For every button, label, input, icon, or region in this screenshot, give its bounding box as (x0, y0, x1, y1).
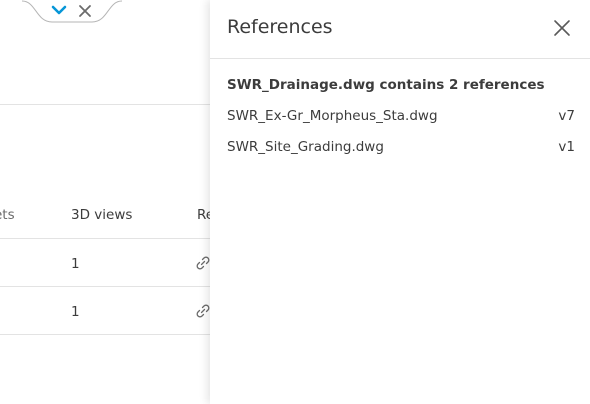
column-header-sheets[interactable]: ets (0, 207, 15, 223)
references-panel: References SWR_Drainage.dwg contains 2 r… (210, 0, 590, 404)
reference-item[interactable]: SWR_Site_Grading.dwg v1 (227, 139, 575, 159)
column-header-3d-views[interactable]: 3D views (71, 207, 132, 223)
reference-version: v7 (558, 108, 575, 124)
close-icon[interactable] (78, 4, 98, 24)
reference-item[interactable]: SWR_Ex-Gr_Morpheus_Sta.dwg v7 (227, 108, 575, 128)
section-divider (0, 104, 210, 105)
close-icon[interactable] (551, 17, 573, 39)
panel-header-divider (210, 58, 590, 59)
reference-file-name: SWR_Ex-Gr_Morpheus_Sta.dwg (227, 108, 438, 124)
link-icon[interactable] (196, 256, 210, 270)
chevron-down-icon[interactable] (51, 4, 71, 24)
references-summary: SWR_Drainage.dwg contains 2 references (227, 77, 545, 93)
viewer-toggle-tab (22, 0, 122, 30)
link-icon[interactable] (196, 304, 210, 318)
row-1-3d-views-count: 1 (71, 256, 80, 272)
reference-file-name: SWR_Site_Grading.dwg (227, 139, 384, 155)
row-divider (0, 334, 210, 335)
panel-title: References (227, 16, 333, 38)
row-divider (0, 286, 210, 287)
header-divider (0, 238, 210, 239)
row-2-3d-views-count: 1 (71, 304, 80, 320)
reference-version: v1 (558, 139, 575, 155)
